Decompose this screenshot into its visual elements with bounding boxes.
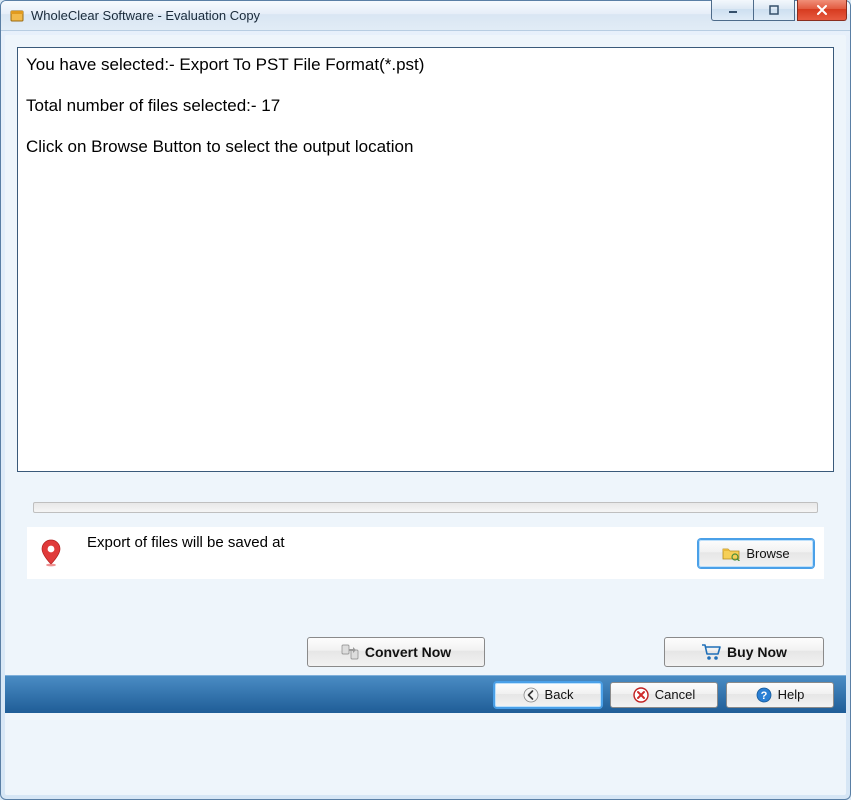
browse-button[interactable]: Browse xyxy=(698,539,814,568)
location-pin-icon xyxy=(37,535,65,571)
buy-now-label: Buy Now xyxy=(727,644,787,660)
folder-icon xyxy=(722,546,740,561)
progress-bar xyxy=(33,502,818,513)
minimize-button[interactable] xyxy=(711,0,753,21)
cancel-icon xyxy=(633,687,649,703)
app-icon xyxy=(9,8,25,24)
footer-bar: Back Cancel ? Help xyxy=(5,675,846,713)
minimize-icon xyxy=(728,5,738,15)
save-location-label: Export of files will be saved at xyxy=(87,534,698,551)
convert-now-label: Convert Now xyxy=(365,644,451,660)
info-total-files: Total number of files selected:- 17 xyxy=(26,95,825,118)
cancel-button[interactable]: Cancel xyxy=(610,682,718,708)
buy-now-button[interactable]: Buy Now xyxy=(664,637,824,667)
back-arrow-icon xyxy=(523,687,539,703)
browse-button-label: Browse xyxy=(746,546,789,561)
titlebar: WholeClear Software - Evaluation Copy xyxy=(1,1,850,31)
close-icon xyxy=(816,5,828,15)
info-panel: You have selected:- Export To PST File F… xyxy=(17,47,834,472)
back-button[interactable]: Back xyxy=(494,682,602,708)
convert-icon xyxy=(341,643,359,661)
info-instruction: Click on Browse Button to select the out… xyxy=(26,136,825,159)
client-area: You have selected:- Export To PST File F… xyxy=(5,35,846,795)
help-button[interactable]: ? Help xyxy=(726,682,834,708)
convert-now-button[interactable]: Convert Now xyxy=(307,637,485,667)
maximize-icon xyxy=(769,5,779,15)
app-window: WholeClear Software - Evaluation Copy Yo… xyxy=(0,0,851,800)
window-title: WholeClear Software - Evaluation Copy xyxy=(31,8,260,23)
action-row: Convert Now Buy Now xyxy=(27,637,824,667)
cart-icon xyxy=(701,643,721,661)
back-button-label: Back xyxy=(545,687,574,702)
save-location-row: Export of files will be saved at Browse xyxy=(27,527,824,579)
maximize-button[interactable] xyxy=(753,0,795,21)
svg-text:?: ? xyxy=(760,690,767,702)
help-button-label: Help xyxy=(778,687,805,702)
info-selected-format: You have selected:- Export To PST File F… xyxy=(26,54,825,77)
help-icon: ? xyxy=(756,687,772,703)
window-controls xyxy=(711,0,847,21)
cancel-button-label: Cancel xyxy=(655,687,695,702)
close-button[interactable] xyxy=(797,0,847,21)
